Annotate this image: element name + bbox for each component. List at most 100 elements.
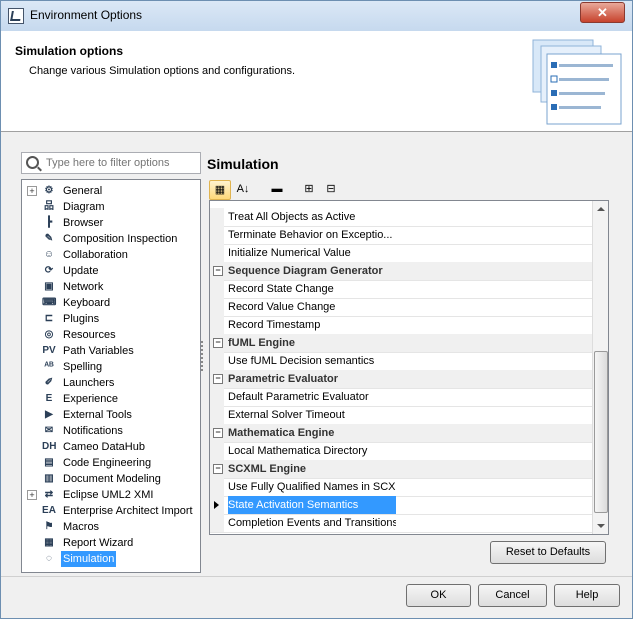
property-row[interactable]: State Activation SemanticsAfter entry [210,496,592,515]
external-tools-icon: ▶ [45,409,53,420]
environment-options-window: Environment Options ✕ Simulation options… [0,0,633,619]
window-title: Environment Options [30,8,143,22]
category-label: Sequence Diagram Generator [228,265,383,277]
close-button[interactable]: ✕ [580,2,625,23]
expand-icon[interactable]: + [27,186,37,196]
search-icon [26,156,39,169]
splitter-handle[interactable] [201,341,206,371]
tree-item-label: Eclipse UML2 XMI [63,489,154,501]
header-subtitle: Change various Simulation options and co… [29,65,295,77]
experience-icon: E [45,393,53,404]
property-row[interactable]: Use Fully Qualified Names in SCX...true [210,478,592,497]
row-margin [210,442,224,460]
property-name: Default Parametric Evaluator [228,391,369,403]
keyboard-icon: ⌨ [42,297,57,308]
tree-item-label: Diagram [63,201,105,213]
property-name: Terminate Behavior on Exceptio... [228,229,393,241]
code-engineering-icon: ▤ [44,457,54,468]
tree-item-label: Notifications [63,425,123,437]
category-sequence-diagram-generator[interactable]: − Sequence Diagram Generator [210,262,592,281]
property-row[interactable]: Record State Changetrue [210,280,592,299]
help-button[interactable]: Help [554,584,620,607]
collaboration-icon: ☺ [43,249,55,260]
category-scxml-engine[interactable]: − SCXML Engine [210,460,592,479]
macros-icon: ⚑ [44,521,54,532]
tree-item-label: Resources [63,329,116,341]
footer-separator [1,576,632,577]
collapse-icon[interactable]: − [213,266,223,276]
property-row[interactable]: Local Mathematica DirectoryC:\Program Fi… [210,442,592,461]
category-label: Parametric Evaluator [228,373,339,385]
category-label: Mathematica Engine [228,427,335,439]
category-mathematica-engine[interactable]: − Mathematica Engine [210,424,592,443]
row-margin [210,406,224,424]
collapse-icon[interactable]: − [213,464,223,474]
property-name: Treat All Objects as Active [228,211,356,223]
expand-all-button[interactable]: ⊞ [299,180,319,198]
property-row[interactable]: Terminate Behavior on Exceptio...true [210,226,592,245]
app-icon [8,8,24,24]
property-row[interactable]: Record Value Changetrue [210,298,592,317]
tree-item-label: Code Engineering [63,457,152,469]
launchers-icon: ✐ [44,377,54,388]
row-margin [210,208,224,226]
diagram-icon: 品 [44,201,54,212]
scroll-thumb[interactable] [594,351,608,513]
browser-icon: ┣ [45,217,53,228]
row-margin [210,226,224,244]
collapse-icon[interactable]: − [213,374,223,384]
row-margin [210,316,224,334]
datahub-icon: DH [42,441,57,452]
property-toolbar: ▦ A↓ ▬ ⊞ ⊟ [207,178,607,200]
description-button[interactable]: ▬ [267,180,287,198]
resources-icon: ◎ [44,329,54,340]
sort-alphabetical-button[interactable]: A↓ [233,180,253,198]
property-name: Completion Events and Transitions [228,517,396,529]
property-row[interactable]: Treat All Objects as Activetrue [210,208,592,227]
ok-button[interactable]: OK [406,584,471,607]
categorized-view-button[interactable]: ▦ [209,180,231,200]
property-row[interactable]: Record Timestamptrue [210,316,592,335]
tree-item-label: Network [63,281,104,293]
collapse-icon[interactable]: − [213,428,223,438]
tree-item-label: General [63,185,103,197]
tree-item-label: Enterprise Architect Import [63,505,193,517]
tree-item-label: Report Wizard [63,537,134,549]
tree-item-label: Update [63,265,99,277]
collapse-all-button[interactable]: ⊟ [321,180,341,198]
property-row[interactable]: Use fUML Decision semanticsfalse [210,352,592,371]
scroll-down-icon[interactable] [597,524,605,528]
category-fuml-engine[interactable]: − fUML Engine [210,334,592,353]
property-row[interactable]: Completion Events and Transitionstrue [210,514,592,533]
property-name: State Activation Semantics [228,496,396,514]
ea-import-icon: EA [42,505,56,516]
grid-vertical-scrollbar[interactable] [592,201,608,534]
filter-box [21,152,201,174]
property-name: Local Mathematica Directory [228,445,368,457]
reset-to-defaults-button[interactable]: Reset to Defaults [490,541,606,564]
collapse-icon[interactable]: − [213,338,223,348]
property-name: Record Value Change [228,301,336,313]
options-tree: + ⚙ General 品 Diagram ┣ Browser ✎ Composition In… [21,179,201,573]
tree-item-label: Document Modeling [63,473,161,485]
expand-icon[interactable]: + [27,490,37,500]
title-bar: Environment Options ✕ [1,1,632,31]
header-banner: Simulation options Change various Simula… [1,31,632,132]
tree-item-label: Composition Inspection [63,233,178,245]
cancel-button[interactable]: Cancel [478,584,547,607]
row-margin [210,280,224,298]
property-row[interactable]: Initialize Numerical Value0 [210,244,592,263]
tree-item-label: Browser [63,217,104,229]
scroll-up-icon[interactable] [597,207,605,211]
property-row[interactable]: External Solver Timeout15 [210,406,592,425]
tree-item-label: Experience [63,393,119,405]
property-name: Use Fully Qualified Names in SCX... [228,481,396,493]
network-icon: ▣ [44,281,54,292]
category-parametric-evaluator[interactable]: − Parametric Evaluator [210,370,592,389]
property-name: Initialize Numerical Value [228,247,351,259]
property-row[interactable]: Default Parametric EvaluatorBuilt-in Mat… [210,388,592,407]
property-name: Record Timestamp [228,319,321,331]
filter-input[interactable] [44,154,198,172]
property-name: External Solver Timeout [228,409,345,421]
spelling-icon: ᴬᴮ [44,361,54,372]
